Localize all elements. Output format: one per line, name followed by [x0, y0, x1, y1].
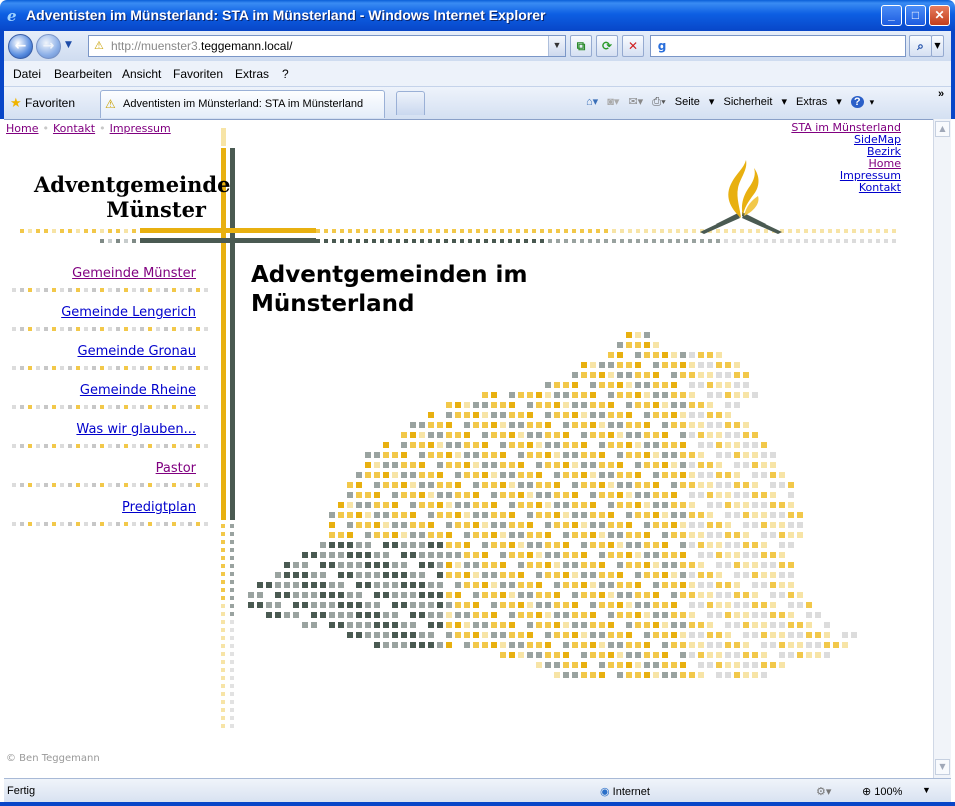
side-nav-gemeinde-muenster[interactable]: Gemeinde Münster: [72, 266, 196, 281]
vertical-scrollbar[interactable]: ▲ ▼: [933, 119, 951, 778]
menu-favoriten[interactable]: Favoriten: [173, 67, 223, 81]
warning-icon: ⚠: [94, 40, 104, 52]
side-nav-was-wir-glauben[interactable]: Was wir glauben...: [76, 422, 196, 437]
menu-extras[interactable]: Extras: [235, 67, 269, 81]
tab-active[interactable]: ⚠ Adventisten im Münsterland: STA im Mün…: [100, 90, 385, 118]
footer-copyright: © Ben Teggemann: [6, 753, 100, 764]
tab-title: Adventisten im Münsterland: STA im Münst…: [123, 98, 364, 110]
dotted-divider: [12, 522, 208, 526]
dotted-divider: [12, 366, 208, 370]
side-nav-item: Pastor: [8, 455, 208, 494]
window-frame-bottom: [0, 802, 955, 806]
back-button[interactable]: ←: [8, 34, 33, 59]
adventist-logo: [700, 160, 782, 234]
window-titlebar[interactable]: e Adventisten im Münsterland: STA im Mün…: [0, 0, 955, 31]
new-tab-button[interactable]: [396, 91, 425, 115]
muensterland-map: [248, 332, 857, 678]
zone-indicator: ◉ Internet: [600, 786, 650, 798]
side-nav-gemeinde-lengerich[interactable]: Gemeinde Lengerich: [61, 305, 196, 320]
window-title: Adventisten im Münsterland: STA im Münst…: [26, 7, 546, 23]
side-nav-predigtplan[interactable]: Predigtplan: [122, 500, 196, 515]
right-nav: STA im Münsterland SideMap Bezirk Home I…: [791, 122, 901, 194]
side-nav: Gemeinde Münster Gemeinde Lengerich Geme…: [8, 260, 208, 533]
menu-ansicht[interactable]: Ansicht: [122, 67, 161, 81]
page-heading: Adventgemeinden im Münsterland: [251, 262, 528, 317]
url-prefix: http://muenster3.: [111, 39, 202, 53]
menu-bar: Datei Bearbeiten Ansicht Favoriten Extra…: [4, 61, 951, 87]
page-menu[interactable]: Seite ▾: [675, 96, 715, 108]
star-icon: ★: [10, 95, 22, 110]
maximize-button[interactable]: □: [905, 5, 926, 26]
globe-icon: ◉: [600, 786, 610, 798]
search-button[interactable]: ⌕: [909, 35, 932, 57]
menu-bearbeiten[interactable]: Bearbeiten: [54, 67, 112, 81]
status-text: Fertig: [7, 785, 36, 797]
favorites-bar: ★ Favoriten ⚠ Adventisten im Münsterland…: [4, 87, 951, 119]
search-input[interactable]: g: [650, 35, 906, 57]
stop-button[interactable]: ✕: [622, 35, 644, 57]
more-commands-icon[interactable]: »: [938, 88, 944, 100]
google-icon: g: [657, 39, 667, 53]
protected-mode-icon[interactable]: ⚙▾: [816, 785, 831, 798]
feeds-icon[interactable]: ◙▾: [607, 96, 619, 108]
zoom-dropdown-icon[interactable]: ▼: [922, 785, 931, 795]
side-nav-item: Predigtplan: [8, 494, 208, 533]
dotted-divider: [12, 444, 208, 448]
safety-menu[interactable]: Sicherheit ▾: [723, 96, 787, 108]
side-nav-item: Gemeinde Münster: [8, 260, 208, 299]
warning-icon: ⚠: [105, 97, 116, 111]
refresh-button[interactable]: ⟳: [596, 35, 618, 57]
top-nav-home[interactable]: Home: [6, 122, 38, 135]
close-button[interactable]: ✕: [929, 5, 950, 26]
print-icon[interactable]: ⎙▾: [652, 96, 665, 108]
top-nav-kontakt[interactable]: Kontakt: [53, 122, 95, 135]
tools-menu[interactable]: Extras ▾: [796, 96, 842, 108]
right-nav-kontakt[interactable]: Kontakt: [859, 181, 901, 194]
dotted-divider: [12, 483, 208, 487]
top-nav: Home • Kontakt • Impressum: [6, 122, 171, 135]
nav-separator: •: [42, 122, 49, 135]
brand-line1: Adventgemeinde: [34, 172, 231, 197]
favorites-button[interactable]: ★ Favoriten: [10, 95, 75, 111]
help-icon[interactable]: ?: [850, 96, 864, 108]
compatibility-view-button[interactable]: ⧉: [570, 35, 592, 57]
page-viewport: Home • Kontakt • Impressum STA im Münsterlan…: [4, 119, 933, 778]
side-nav-item: Gemeinde Rheine: [8, 377, 208, 416]
url-host: teggemann.local/: [201, 39, 293, 53]
ie-icon: e: [7, 7, 17, 23]
side-nav-item: Gemeinde Lengerich: [8, 299, 208, 338]
home-icon[interactable]: ⌂▾: [586, 96, 598, 108]
menu-help[interactable]: ?: [282, 67, 289, 81]
brand-line2: Münster: [106, 197, 206, 222]
side-nav-item: Was wir glauben...: [8, 416, 208, 455]
menu-datei[interactable]: Datei: [13, 67, 41, 81]
dotted-divider: [12, 327, 208, 331]
status-bar: Fertig ◉ Internet ⚙▾ ⊕ 100% ▼: [4, 778, 951, 802]
dotted-divider: [12, 405, 208, 409]
scroll-down-icon[interactable]: ▼: [935, 759, 950, 775]
top-nav-impressum[interactable]: Impressum: [110, 122, 171, 135]
forward-button[interactable]: →: [36, 34, 61, 59]
zoom-control[interactable]: ⊕ 100%: [862, 785, 902, 798]
address-dropdown-icon[interactable]: ▼: [548, 36, 565, 56]
search-options-icon[interactable]: ▼: [931, 35, 944, 57]
mail-icon[interactable]: ✉▾: [628, 96, 643, 108]
zoom-icon: ⊕: [862, 786, 872, 798]
scroll-up-icon[interactable]: ▲: [935, 121, 950, 137]
svg-text:e: e: [7, 7, 17, 23]
minimize-button[interactable]: _: [881, 5, 902, 26]
side-nav-gemeinde-gronau[interactable]: Gemeinde Gronau: [78, 344, 197, 359]
site-brand: Adventgemeinde Münster: [34, 172, 231, 222]
address-bar[interactable]: ⚠ http://muenster3.teggemann.local/ ▼: [88, 35, 566, 57]
nav-separator: •: [99, 122, 106, 135]
side-nav-pastor[interactable]: Pastor: [156, 461, 196, 476]
side-nav-item: Gemeinde Gronau: [8, 338, 208, 377]
history-dropdown-icon[interactable]: ▼: [65, 40, 72, 50]
side-nav-gemeinde-rheine[interactable]: Gemeinde Rheine: [80, 383, 196, 398]
dotted-divider: [12, 288, 208, 292]
